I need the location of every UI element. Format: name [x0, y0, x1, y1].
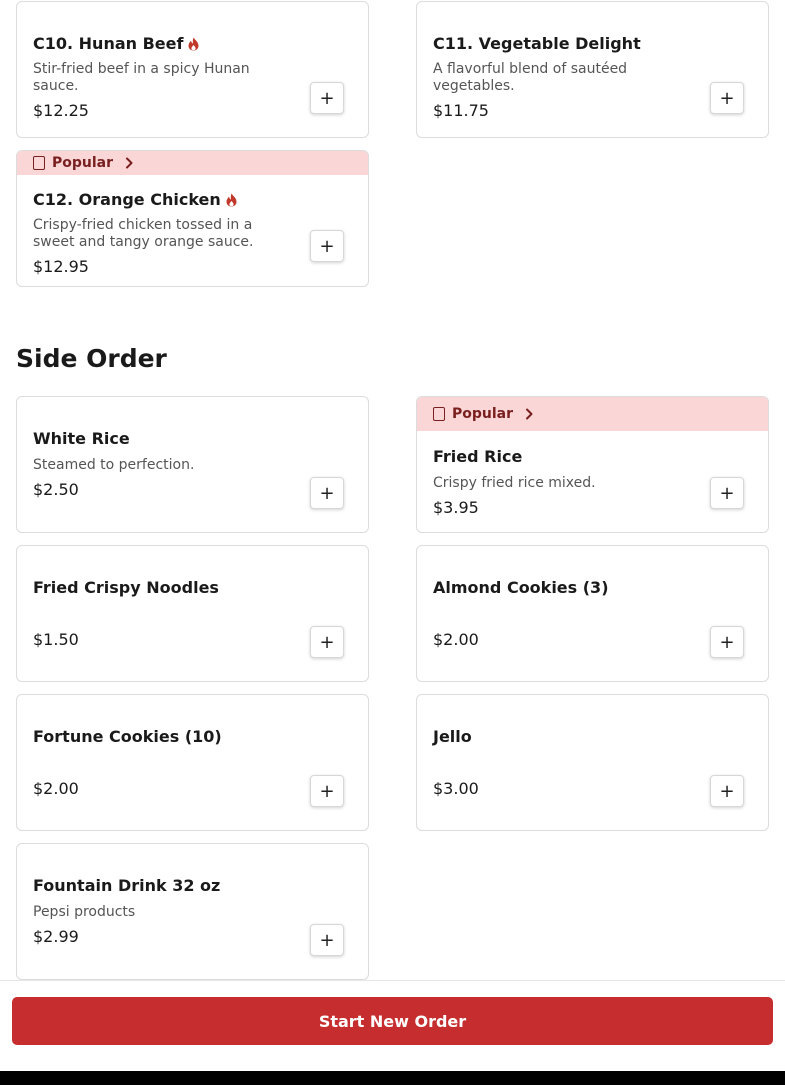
item-name-row: Fried Crispy Noodles [33, 578, 352, 597]
item-price: $3.95 [433, 498, 479, 517]
item-name-row: C12. Orange Chicken [33, 190, 352, 209]
item-price: $3.00 [433, 779, 479, 798]
item-description: A flavorful blend of sautéed vegetables. [433, 61, 628, 94]
menu-item-card[interactable]: Fried Crispy Noodles $1.50 + [16, 545, 369, 682]
popular-banner[interactable]: Popular [417, 397, 768, 431]
add-to-cart-button[interactable]: + [310, 82, 344, 114]
chevron-right-icon [525, 408, 533, 420]
popular-label: Popular [52, 155, 114, 171]
add-to-cart-button[interactable]: + [310, 230, 344, 262]
item-description: Steamed to perfection. [33, 457, 195, 473]
menu-item-card[interactable]: Fortune Cookies (10) $2.00 + [16, 694, 369, 831]
spicy-icon [187, 37, 200, 51]
item-name: C10. Hunan Beef [33, 34, 184, 53]
item-name: Fried Crispy Noodles [33, 578, 219, 597]
chevron-right-icon [125, 157, 133, 169]
item-name-row: White Rice [33, 429, 352, 448]
item-name: Jello [433, 727, 472, 746]
item-name: Fried Rice [433, 447, 523, 466]
item-description: Crispy-fried chicken tossed in a sweet a… [33, 217, 254, 250]
start-new-order-button[interactable]: Start New Order [12, 997, 773, 1045]
item-name: C12. Orange Chicken [33, 190, 221, 209]
section-title: Side Order [16, 344, 167, 373]
menu-item-card[interactable]: White Rice Steamed to perfection. $2.50 … [16, 396, 369, 533]
item-name-row: Jello [433, 727, 752, 746]
popular-icon [33, 156, 45, 170]
spicy-icon [225, 193, 238, 207]
item-name-row: Fried Rice [433, 447, 752, 466]
add-to-cart-button[interactable]: + [310, 477, 344, 509]
add-to-cart-button[interactable]: + [310, 924, 344, 956]
menu-item-card[interactable]: Popular Fried Rice Crispy fried rice mix… [416, 396, 769, 533]
item-name-row: C11. Vegetable Delight [433, 34, 752, 53]
menu-item-card[interactable]: C10. Hunan Beef Stir-fried beef in a spi… [16, 1, 369, 138]
item-description: Crispy fried rice mixed. [433, 475, 596, 491]
item-name: White Rice [33, 429, 130, 448]
item-price: $12.95 [33, 257, 89, 276]
item-name-row: C10. Hunan Beef [33, 34, 352, 53]
add-to-cart-button[interactable]: + [710, 82, 744, 114]
item-name-row: Fortune Cookies (10) [33, 727, 352, 746]
item-price: $11.75 [433, 101, 489, 120]
bottom-edge-bar [0, 1071, 785, 1085]
item-price: $1.50 [33, 630, 79, 649]
item-name-row: Almond Cookies (3) [433, 578, 752, 597]
menu-item-card[interactable]: Fountain Drink 32 oz Pepsi products $2.9… [16, 843, 369, 980]
menu-item-card[interactable]: C11. Vegetable Delight A flavorful blend… [416, 1, 769, 138]
item-description: Stir-fried beef in a spicy Hunan sauce. [33, 61, 250, 94]
popular-label: Popular [452, 406, 514, 422]
popular-banner[interactable]: Popular [17, 151, 368, 175]
add-to-cart-button[interactable]: + [710, 477, 744, 509]
item-name-row: Fountain Drink 32 oz [33, 876, 352, 895]
bottom-action-bar: Start New Order [0, 980, 785, 1072]
menu-item-card[interactable]: Jello $3.00 + [416, 694, 769, 831]
menu-item-card[interactable]: Almond Cookies (3) $2.00 + [416, 545, 769, 682]
item-name: Fortune Cookies (10) [33, 727, 222, 746]
menu-item-card[interactable]: Popular C12. Orange Chicken Crispy-fried… [16, 150, 369, 287]
popular-icon [433, 407, 445, 421]
item-price: $12.25 [33, 101, 89, 120]
add-to-cart-button[interactable]: + [710, 775, 744, 807]
add-to-cart-button[interactable]: + [310, 626, 344, 658]
item-description: Pepsi products [33, 904, 136, 920]
add-to-cart-button[interactable]: + [710, 626, 744, 658]
item-price: $2.50 [33, 480, 79, 499]
item-price: $2.00 [433, 630, 479, 649]
item-name: C11. Vegetable Delight [433, 34, 641, 53]
menu-page: C10. Hunan Beef Stir-fried beef in a spi… [0, 0, 785, 1085]
item-name: Almond Cookies (3) [433, 578, 609, 597]
item-name: Fountain Drink 32 oz [33, 876, 221, 895]
add-to-cart-button[interactable]: + [310, 775, 344, 807]
item-price: $2.99 [33, 927, 79, 946]
item-price: $2.00 [33, 779, 79, 798]
